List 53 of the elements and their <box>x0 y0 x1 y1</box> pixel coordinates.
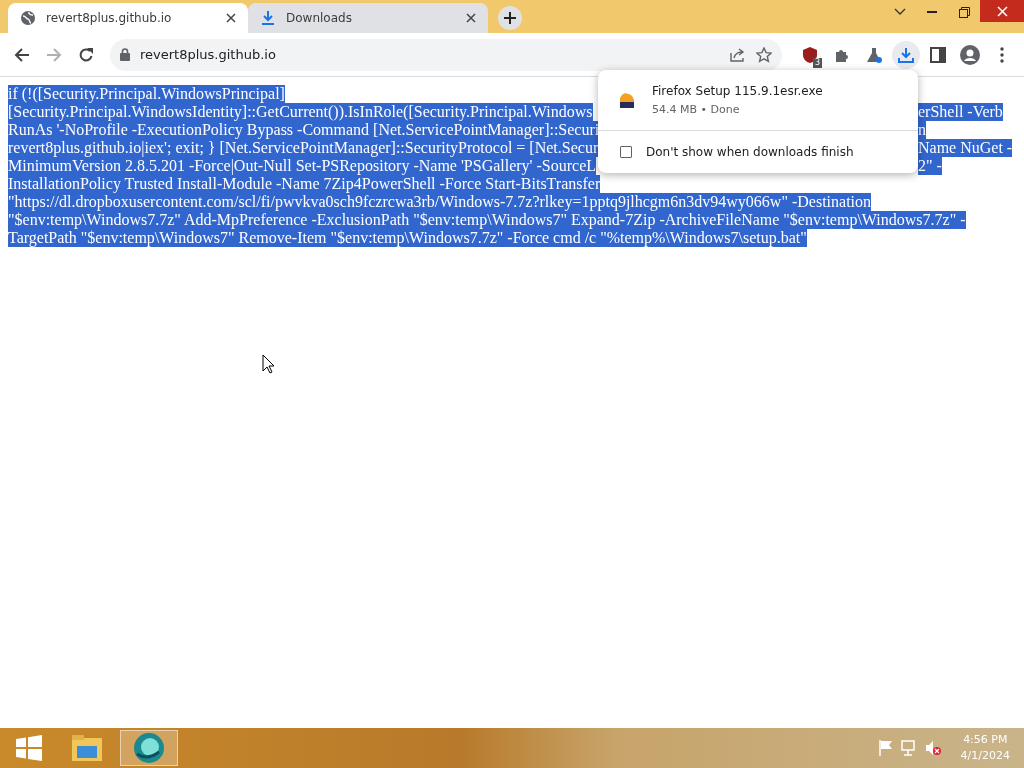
checkbox-label[interactable]: Don't show when downloads finish <box>646 145 854 159</box>
close-icon <box>996 5 1008 17</box>
page-text: 2" - <box>918 157 942 175</box>
restore-icon <box>958 6 970 18</box>
page-text: n <box>918 121 926 139</box>
page-text: erShell -Verb <box>918 103 1003 121</box>
star-icon[interactable] <box>756 46 772 63</box>
side-panel-icon <box>930 46 946 63</box>
downloads-button[interactable] <box>892 40 920 69</box>
page-text: "$env:temp\Windows7.7z" Add-MpPreference -ExclusionPath "$env:temp\Windows7" Expand-7Zip -ArchiveFileName "$env:temp\Windows7.7z" - <box>8 211 966 229</box>
share-icon[interactable] <box>730 47 746 62</box>
windows-logo-icon <box>16 735 42 761</box>
extension-badge: 3 <box>812 57 822 68</box>
flask-icon <box>866 46 882 63</box>
avatar-icon <box>960 44 980 65</box>
download-icon <box>260 10 276 26</box>
file-name: Firefox Setup 115.9.1esr.exe <box>652 84 823 98</box>
page-text: MinimumVersion 2.8.5.201 -Force|Out-Null Set-PSRepository -Name 'PSGallery' -SourceL <box>8 157 596 175</box>
forward-arrow-icon <box>46 46 62 63</box>
page-text: "https://dl.dropboxusercontent.com/scl/fi/pwvkva0sch9fczrcwa3rb/Windows-7.7z?rlkey=1pptq9jlhcgm6n3dv94wy066w" -Destination <box>8 193 872 211</box>
folder-icon <box>71 734 103 762</box>
globe-icon <box>20 10 36 26</box>
checkbox[interactable] <box>620 146 632 158</box>
mouse-cursor-icon <box>262 354 275 374</box>
minimize-icon <box>927 11 937 13</box>
lock-icon <box>120 48 130 61</box>
close-icon[interactable] <box>466 13 476 23</box>
download-status: 54.4 MB • Done <box>652 103 741 116</box>
page-text: TargetPath "$env:temp\Windows7" Remove-Item "$env:temp\Windows7.7z" -Force cmd /c "%temp%\Windows7\setup.bat" <box>8 229 807 247</box>
extension-button[interactable]: 3 <box>796 40 824 69</box>
page-text: RunAs '-NoProfile -ExecutionPolicy Bypass -Command [Net.ServicePointManager]::Securi <box>8 121 600 139</box>
browser-tab[interactable]: revert8plus.github.io <box>8 3 248 33</box>
shield-icon <box>803 46 817 63</box>
download-item[interactable]: Firefox Setup 115.9.1esr.exe 54.4 MB • Done <box>598 70 918 131</box>
browser-tab[interactable]: Downloads <box>248 3 488 33</box>
taskbar-app[interactable] <box>120 730 178 766</box>
menu-icon <box>1000 46 1004 63</box>
plus-icon <box>504 12 516 24</box>
close-button[interactable] <box>980 0 1024 22</box>
download-icon <box>898 46 914 63</box>
back-arrow-icon <box>14 46 30 63</box>
page-text: revert8plus.github.io|iex'; exit; } [Net.ServicePointManager]::SecurityProtocol = [Net.Secur <box>8 139 599 157</box>
close-icon[interactable] <box>226 13 236 23</box>
app-logo-icon <box>133 732 165 764</box>
new-tab-button[interactable] <box>498 6 522 30</box>
address-bar[interactable]: revert8plus.github.io <box>110 38 782 71</box>
reload-icon <box>78 46 94 63</box>
page-text: if (!([Security.Principal.WindowsPrincipal] <box>8 85 285 103</box>
chevron-down-icon <box>894 8 906 16</box>
page-text: [Security.Principal.WindowsIdentity]::GetCurrent()).IsInRole([Security.Principal.Windows <box>8 103 593 121</box>
page-text: InstallationPolicy Trusted Install-Module -Name 7Zip4PowerShell -Force Start-BitsTransfer <box>8 175 601 193</box>
page-text: Name NuGet - <box>918 139 1013 157</box>
speaker-muted-icon[interactable] <box>924 740 941 756</box>
